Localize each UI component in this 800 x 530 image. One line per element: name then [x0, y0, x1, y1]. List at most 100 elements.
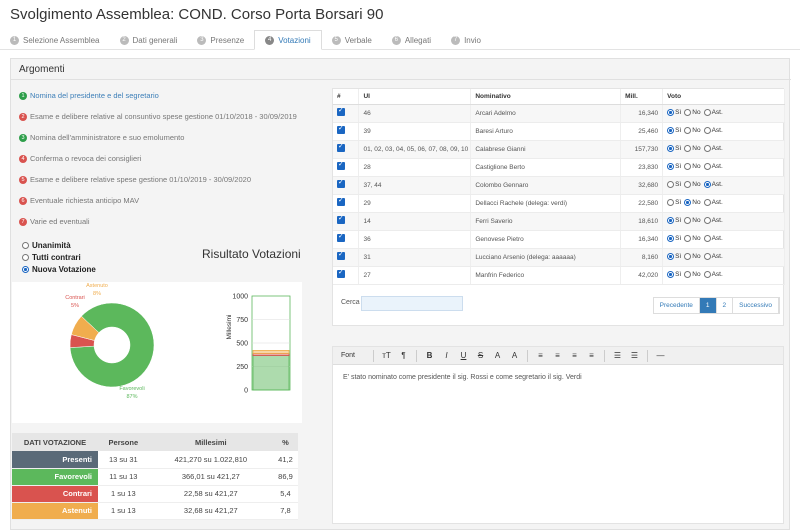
italic-button[interactable]: I — [438, 349, 455, 363]
vote-option[interactable]: No — [684, 234, 701, 242]
radio-icon[interactable] — [703, 198, 711, 206]
align-justify-button[interactable]: ≡ — [583, 349, 600, 363]
radio-icon[interactable] — [667, 162, 675, 170]
argomento-item[interactable]: 7 Varie ed eventuali — [19, 211, 309, 232]
align-center-button[interactable]: ≡ — [549, 349, 566, 363]
vote-option[interactable]: Sì — [667, 144, 681, 152]
checkbox-icon[interactable] — [337, 160, 345, 170]
vote-option[interactable]: Ast. — [703, 126, 723, 134]
vote-option[interactable]: No — [684, 108, 701, 116]
column-header[interactable]: # — [333, 89, 360, 105]
editor-content[interactable]: E' stato nominato come presidente il sig… — [333, 365, 783, 390]
align-right-button[interactable]: ≡ — [566, 349, 583, 363]
radio-icon[interactable] — [703, 234, 711, 242]
radio-icon[interactable] — [667, 198, 675, 206]
vote-option[interactable]: Ast. — [703, 252, 723, 260]
column-header[interactable]: Nominativo — [470, 89, 622, 105]
checkbox-icon[interactable] — [337, 232, 345, 242]
checkbox-icon[interactable] — [337, 178, 345, 188]
column-header[interactable]: UI — [358, 89, 472, 105]
radio-icon[interactable] — [667, 234, 675, 242]
pager-page-2[interactable]: 2 — [717, 298, 734, 313]
strikethrough-button[interactable]: S — [472, 349, 489, 363]
vote-option[interactable]: Sì — [667, 270, 681, 278]
checkbox-icon[interactable] — [337, 142, 345, 152]
radio-icon[interactable] — [703, 270, 711, 278]
vote-option[interactable]: No — [684, 252, 701, 260]
radio-icon[interactable] — [22, 253, 29, 261]
radio-icon[interactable] — [703, 126, 711, 134]
vote-option[interactable]: No — [684, 216, 701, 224]
vote-option[interactable]: Sì — [667, 234, 681, 242]
radio-icon[interactable] — [667, 144, 675, 152]
pager-prev-button[interactable]: Precedente — [654, 298, 700, 313]
argomento-item[interactable]: 4 Conferma o revoca dei consiglieri — [19, 148, 309, 169]
superscript-button[interactable]: A — [489, 349, 506, 363]
vote-option[interactable]: Ast. — [703, 270, 723, 278]
tab-presenze[interactable]: 3 Presenze — [187, 30, 254, 50]
tab-allegati[interactable]: 6 Allegati — [382, 30, 441, 50]
radio-icon[interactable] — [667, 108, 675, 116]
vote-option[interactable]: Sì — [667, 216, 681, 224]
result-option[interactable]: Unanimità — [22, 239, 96, 251]
radio-icon[interactable] — [684, 162, 692, 170]
vote-option[interactable]: No — [684, 126, 701, 134]
radio-icon[interactable] — [684, 216, 692, 224]
radio-icon[interactable] — [22, 241, 29, 249]
pager-next-button[interactable]: Successivo — [733, 298, 779, 313]
subscript-button[interactable]: A — [506, 349, 523, 363]
vote-option[interactable]: Sì — [667, 180, 681, 188]
vote-option[interactable]: Ast. — [703, 216, 723, 224]
vote-option[interactable]: Sì — [667, 198, 681, 206]
paragraph-button[interactable]: ¶ — [395, 349, 412, 363]
vote-option[interactable]: Ast. — [703, 162, 723, 170]
result-option[interactable]: Tutti contrari — [22, 251, 96, 263]
argomento-item[interactable]: 2 Esame e delibere relative al consuntivo… — [19, 106, 309, 127]
vote-option[interactable]: No — [684, 270, 701, 278]
argomento-item[interactable]: 1 Nomina del presidente e del segretario — [19, 85, 309, 106]
radio-icon[interactable] — [667, 252, 675, 260]
radio-icon[interactable] — [703, 162, 711, 170]
column-header[interactable]: Voto — [662, 89, 785, 105]
argomento-item[interactable]: 3 Nomina dell'amministratore e suo emolum… — [19, 127, 309, 148]
radio-icon[interactable] — [703, 216, 711, 224]
vote-option[interactable]: Sì — [667, 252, 681, 260]
radio-icon[interactable] — [684, 108, 692, 116]
radio-icon[interactable] — [703, 252, 711, 260]
radio-icon[interactable] — [703, 108, 711, 116]
bold-button[interactable]: B — [421, 349, 438, 363]
vote-option[interactable]: No — [684, 180, 701, 188]
radio-icon[interactable] — [703, 144, 711, 152]
radio-icon[interactable] — [684, 270, 692, 278]
bullet-list-button[interactable]: ☰ — [609, 349, 626, 363]
radio-icon[interactable] — [684, 180, 692, 188]
vote-option[interactable]: Ast. — [703, 180, 723, 188]
horizontal-rule-button[interactable]: — — [652, 349, 669, 363]
vote-option[interactable]: No — [684, 144, 701, 152]
vote-option[interactable]: Ast. — [703, 144, 723, 152]
vote-option[interactable]: Sì — [667, 162, 681, 170]
vote-option[interactable]: Ast. — [703, 234, 723, 242]
vote-option[interactable]: No — [684, 198, 701, 206]
tab-dati-generali[interactable]: 2 Dati generali — [110, 30, 188, 50]
tab-votazioni[interactable]: 4 Votazioni — [254, 30, 322, 50]
argomento-item[interactable]: 5 Esame e delibere relative spese gestion… — [19, 169, 309, 190]
vote-option[interactable]: No — [684, 162, 701, 170]
checkbox-icon[interactable] — [337, 124, 345, 134]
numbered-list-button[interactable]: ☰ — [626, 349, 643, 363]
align-left-button[interactable]: ≡ — [532, 349, 549, 363]
column-header[interactable]: Mill. — [620, 89, 664, 105]
radio-icon[interactable] — [684, 126, 692, 134]
vote-option[interactable]: Sì — [667, 126, 681, 134]
radio-icon[interactable] — [667, 270, 675, 278]
checkbox-icon[interactable] — [337, 106, 345, 116]
vote-option[interactable]: Sì — [667, 108, 681, 116]
radio-icon[interactable] — [703, 180, 711, 188]
font-dropdown[interactable]: Font — [341, 349, 369, 363]
underline-button[interactable]: U — [455, 349, 472, 363]
search-input[interactable] — [361, 296, 463, 311]
result-option[interactable]: Nuova Votazione — [22, 263, 96, 275]
radio-icon[interactable] — [667, 126, 675, 134]
tab-verbale[interactable]: 5 Verbale — [322, 30, 382, 50]
radio-icon[interactable] — [22, 265, 29, 273]
